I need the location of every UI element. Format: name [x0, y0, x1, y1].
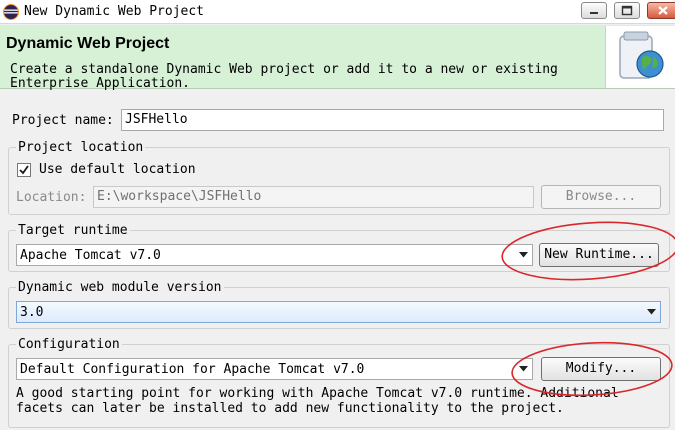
- page-description: Create a standalone Dynamic Web project …: [10, 62, 558, 91]
- close-icon: [658, 6, 668, 15]
- configuration-select[interactable]: Default Configuration for Apache Tomcat …: [16, 358, 533, 380]
- chevron-down-icon: [515, 359, 532, 379]
- checkmark-icon: [19, 165, 29, 175]
- eclipse-icon: [3, 4, 19, 20]
- project-location-label: Project location: [16, 140, 146, 155]
- minimize-button[interactable]: [581, 2, 607, 19]
- use-default-location-label: Use default location: [39, 162, 196, 177]
- configuration-value: Default Configuration for Apache Tomcat …: [20, 362, 365, 377]
- modify-button[interactable]: Modify...: [541, 357, 661, 381]
- use-default-location-checkbox[interactable]: [17, 163, 31, 177]
- web-project-wizard-icon: [605, 26, 675, 88]
- new-runtime-button[interactable]: New Runtime...: [539, 243, 659, 267]
- close-button[interactable]: [647, 2, 675, 19]
- location-input[interactable]: E:\workspace\JSFHello: [93, 186, 534, 208]
- configuration-label: Configuration: [16, 337, 122, 352]
- chevron-down-icon: [643, 302, 660, 322]
- title-bar: New Dynamic Web Project: [0, 0, 675, 24]
- wizard-header: Dynamic Web Project Create a standalone …: [0, 25, 675, 91]
- browse-button[interactable]: Browse...: [541, 185, 661, 209]
- module-version-label: Dynamic web module version: [16, 280, 224, 295]
- window-title: New Dynamic Web Project: [24, 4, 205, 19]
- location-label: Location:: [16, 190, 87, 205]
- target-runtime-value: Apache Tomcat v7.0: [20, 248, 161, 263]
- module-version-value: 3.0: [20, 305, 44, 320]
- chevron-down-icon: [515, 245, 532, 265]
- module-version-select[interactable]: 3.0: [16, 301, 661, 323]
- configuration-description: A good starting point for working with A…: [16, 386, 619, 416]
- minimize-icon: [590, 12, 598, 14]
- maximize-button[interactable]: [614, 2, 640, 19]
- target-runtime-select[interactable]: Apache Tomcat v7.0: [16, 244, 533, 266]
- target-runtime-label: Target runtime: [16, 223, 130, 238]
- page-title: Dynamic Web Project: [6, 35, 170, 52]
- project-name-input[interactable]: JSFHello: [121, 109, 664, 131]
- project-name-label: Project name:: [12, 113, 114, 128]
- maximize-icon: [621, 5, 633, 16]
